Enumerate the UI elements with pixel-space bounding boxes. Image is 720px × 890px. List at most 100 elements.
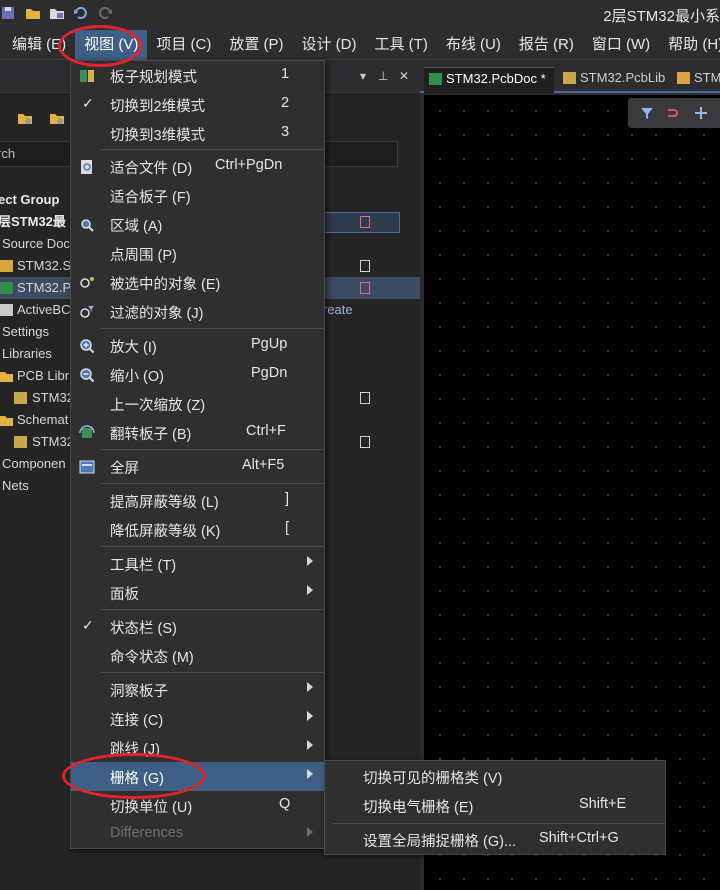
document-modified-icon <box>360 282 370 294</box>
menu-label: 连接 (C) <box>110 713 164 729</box>
tab-label: STM32.PcbLib <box>580 70 666 85</box>
menu-item-around-point[interactable]: 点周围 (P) <box>71 239 324 268</box>
menu-shortcut: PgUp <box>251 336 288 352</box>
pcb-lib-icon <box>14 392 27 404</box>
zoom-in-icon <box>80 339 95 354</box>
tree-label: ect Group <box>0 192 60 207</box>
menu-item-panels[interactable]: 面板 <box>71 578 324 607</box>
menu-item-selected-objects[interactable]: 被选中的对象 (E) <box>71 268 324 297</box>
tab-pcbdoc[interactable]: STM32.PcbDoc * <box>424 67 554 93</box>
check-icon: ✓ <box>82 95 94 111</box>
menu-shortcut: Ctrl+F <box>246 423 286 439</box>
create-link[interactable]: reate <box>323 299 353 321</box>
view-menu-dropdown: 板子规划模式 1 ✓ 切换到2维模式 2 切换到3维模式 3 适合文件 (D) … <box>70 60 325 849</box>
menu-item-toolbars[interactable]: 工具栏 (T) <box>71 549 324 578</box>
menu-shortcut: PgDn <box>251 365 288 381</box>
submenu-item-toggle-visible-grid[interactable]: 切换可见的栅格类 (V) <box>325 762 665 791</box>
menu-label: 工具栏 (T) <box>110 558 177 574</box>
menu-shortcut: Q <box>279 796 291 812</box>
document-modified-icon <box>360 216 370 228</box>
menu-label: 适合文件 (D) <box>110 161 193 177</box>
submenu-arrow-icon <box>307 769 313 779</box>
menu-item-filtered-objects[interactable]: 过滤的对象 (J) <box>71 297 324 326</box>
menu-shortcut: Alt+F5 <box>242 457 285 473</box>
menu-item-previous-zoom[interactable]: 上一次缩放 (Z) <box>71 389 324 418</box>
menu-item-status-bar[interactable]: ✓ 状态栏 (S) <box>71 612 324 641</box>
save-all-icon[interactable] <box>48 4 66 22</box>
tree-label: Libraries <box>2 346 52 361</box>
menu-tools[interactable]: 工具 (T) <box>366 30 437 60</box>
document-tabs: STM32.PcbDoc * STM32.PcbLib STM <box>420 61 720 93</box>
check-icon: ✓ <box>82 617 94 633</box>
fit-document-icon <box>81 160 92 174</box>
menu-shortcut: 2 <box>281 95 290 111</box>
menu-label: 翻转板子 (B) <box>110 427 192 443</box>
schematic-doc-icon <box>0 260 13 272</box>
folder-icon <box>0 416 13 426</box>
menu-help[interactable]: 帮助 (H) <box>659 30 720 60</box>
menu-item-2d-mode[interactable]: ✓ 切换到2维模式 2 <box>71 90 324 119</box>
menu-item-flip-board[interactable]: 翻转板子 (B) Ctrl+F <box>71 418 324 447</box>
close-panel-icon[interactable]: ✕ <box>399 69 409 83</box>
menu-item-board-insight[interactable]: 洞察板子 <box>71 675 324 704</box>
menu-item-fullscreen[interactable]: 全屏 Alt+F5 <box>71 452 324 481</box>
menu-item-3d-mode[interactable]: 切换到3维模式 3 <box>71 119 324 148</box>
menu-item-lower-mask[interactable]: 降低屏蔽等级 (K) [ <box>71 515 324 544</box>
menu-label: 降低屏蔽等级 (K) <box>110 524 221 540</box>
document-icon <box>360 436 370 448</box>
menu-item-fit-board[interactable]: 适合板子 (F) <box>71 181 324 210</box>
menu-item-area[interactable]: 区域 (A) <box>71 210 324 239</box>
panel-menu-icon[interactable]: ▾ <box>360 69 366 83</box>
menu-project[interactable]: 项目 (C) <box>147 30 220 60</box>
menu-label: 切换到3维模式 <box>110 128 206 144</box>
annotation-ellipse-view-menu <box>58 25 142 67</box>
menu-separator <box>101 546 324 547</box>
tree-label: STM32 <box>32 434 74 449</box>
tab-label: STM <box>694 70 720 85</box>
tab-schlib[interactable]: STM <box>672 67 720 93</box>
redo-icon[interactable] <box>96 4 114 22</box>
undo-icon[interactable] <box>72 4 90 22</box>
open-folder-icon[interactable] <box>24 4 42 22</box>
menu-item-connections[interactable]: 连接 (C) <box>71 704 324 733</box>
menu-shortcut: Shift+Ctrl+G <box>539 830 619 846</box>
folder-options-icon[interactable] <box>50 111 64 125</box>
tree-label: Source Doc <box>2 236 70 251</box>
menu-item-raise-mask[interactable]: 提高屏蔽等级 (L) ] <box>71 486 324 515</box>
menu-item-zoom-out[interactable]: 缩小 (O) PgDn <box>71 360 324 389</box>
folder-settings-icon[interactable] <box>18 111 32 125</box>
pin-icon[interactable]: ⊥ <box>378 69 388 83</box>
menu-route[interactable]: 布线 (U) <box>437 30 510 60</box>
menu-separator <box>101 672 324 673</box>
quick-access-toolbar <box>0 4 114 22</box>
menu-label: 切换到2维模式 <box>110 99 206 115</box>
grid-submenu: 切换可见的栅格类 (V) 切换电气栅格 (E) Shift+E 设置全局捕捉栅格… <box>324 760 666 855</box>
tab-pcblib[interactable]: STM32.PcbLib <box>558 67 670 93</box>
flip-board-icon <box>79 425 95 438</box>
menu-item-command-status[interactable]: 命令状态 (M) <box>71 641 324 670</box>
menu-reports[interactable]: 报告 (R) <box>510 30 583 60</box>
menu-item-differences: Differences <box>71 820 324 849</box>
submenu-item-toggle-electrical-grid[interactable]: 切换电气栅格 (E) Shift+E <box>325 791 665 820</box>
route-icon[interactable] <box>666 106 682 120</box>
menu-window[interactable]: 窗口 (W) <box>583 30 659 60</box>
annotation-ellipse-grid-item <box>62 753 206 799</box>
menu-label: 放大 (I) <box>110 340 157 356</box>
tree-label: 层STM32最 <box>0 214 66 229</box>
submenu-arrow-icon <box>307 556 313 566</box>
menu-place[interactable]: 放置 (P) <box>220 30 292 60</box>
menu-label: 提高屏蔽等级 (L) <box>110 495 219 511</box>
menu-shortcut: Ctrl+PgDn <box>215 157 283 173</box>
menu-item-zoom-in[interactable]: 放大 (I) PgUp <box>71 331 324 360</box>
menu-label: 上一次缩放 (Z) <box>110 398 206 414</box>
tab-label: STM32.PcbDoc * <box>446 71 546 86</box>
menu-item-fit-document[interactable]: 适合文件 (D) Ctrl+PgDn <box>71 152 324 181</box>
menu-design[interactable]: 设计 (D) <box>293 30 366 60</box>
submenu-item-global-snap-grid[interactable]: 设置全局捕捉栅格 (G)... Shift+Ctrl+G <box>325 825 665 854</box>
tree-label: Componen <box>2 456 66 471</box>
menu-separator <box>101 483 324 484</box>
menu-shortcut: 3 <box>281 124 290 140</box>
add-icon[interactable] <box>694 106 708 120</box>
save-icon[interactable] <box>0 4 18 22</box>
filter-icon[interactable] <box>640 106 654 120</box>
